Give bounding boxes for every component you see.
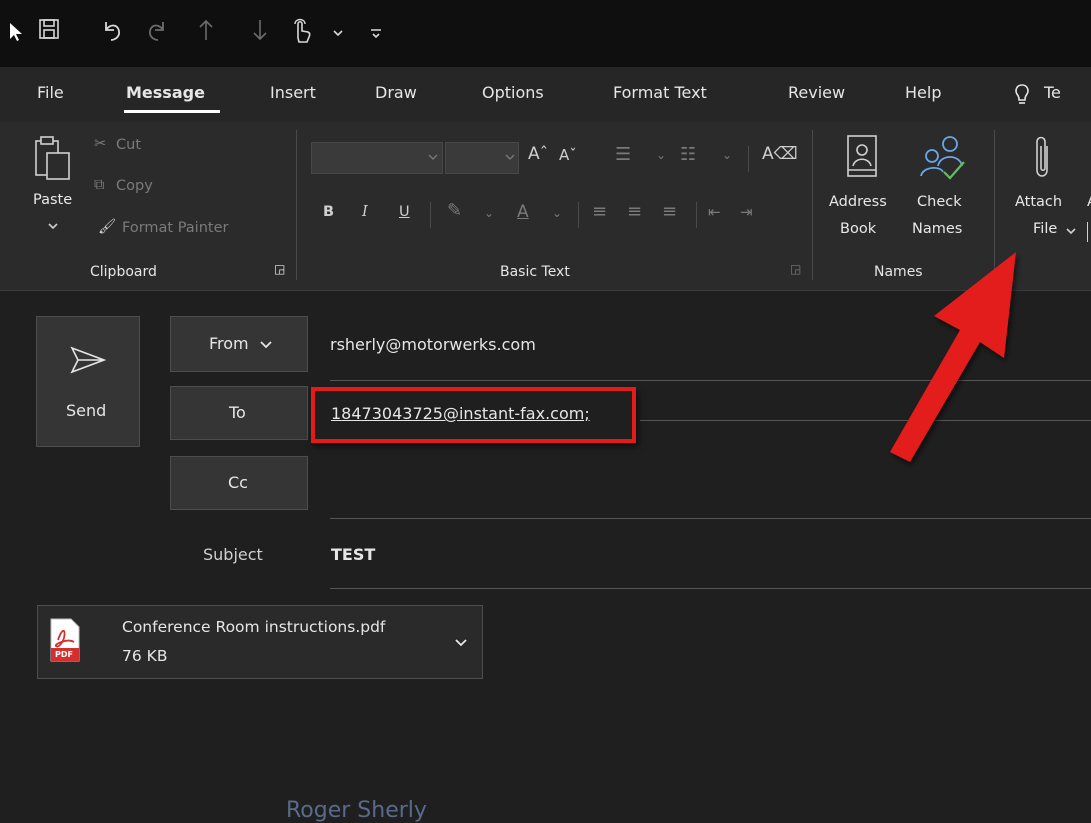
copy-button[interactable]: Copy: [116, 178, 153, 194]
cursor-icon: [10, 23, 22, 41]
chevron-down-icon[interactable]: [1066, 228, 1076, 236]
menu-bar: File Message Insert Draw Options Format …: [0, 67, 1091, 122]
align-right-icon[interactable]: ≡: [662, 201, 677, 222]
from-button[interactable]: From: [170, 316, 308, 372]
tab-file[interactable]: File: [37, 83, 64, 102]
redo-icon: [149, 22, 164, 41]
group-separator: [812, 130, 813, 280]
from-label: From: [209, 334, 249, 353]
attachment-options-icon[interactable]: [455, 639, 467, 647]
chevron-down-icon[interactable]: ⌄: [722, 148, 732, 162]
check-names-label-line2[interactable]: Names: [912, 221, 962, 237]
shrink-font-icon[interactable]: Aˇ: [559, 146, 577, 164]
attachment-filename: Conference Room instructions.pdf: [122, 618, 386, 636]
attachment-card[interactable]: PDF Conference Room instructions.pdf 76 …: [37, 605, 483, 679]
pdf-badge: PDF: [55, 650, 73, 659]
subject-label: Subject: [203, 545, 263, 564]
bullets-icon[interactable]: ☰: [615, 144, 631, 165]
clipboard-group-label: Clipboard: [90, 264, 157, 280]
clipped-ribbon-label: A: [1087, 194, 1091, 210]
decrease-indent-icon[interactable]: ⇤: [708, 203, 721, 221]
arrow-up-icon: [199, 19, 213, 40]
format-painter-button[interactable]: Format Painter: [122, 220, 228, 236]
increase-indent-icon[interactable]: ⇥: [740, 203, 753, 221]
save-icon[interactable]: [38, 18, 60, 40]
basic-text-group-label: Basic Text: [500, 264, 570, 280]
arrow-down-icon: [253, 20, 267, 41]
cc-label: Cc: [228, 473, 248, 492]
send-button[interactable]: Send: [36, 316, 140, 447]
chevron-down-icon[interactable]: [333, 30, 343, 38]
check-names-icon[interactable]: [918, 132, 968, 182]
address-book-icon[interactable]: [844, 134, 880, 182]
divider: [578, 202, 579, 228]
attachment-size: 76 KB: [122, 647, 168, 665]
tab-draw[interactable]: Draw: [375, 83, 417, 102]
align-left-icon[interactable]: ≡: [592, 201, 607, 222]
body-signature: Roger Sherly: [286, 798, 427, 823]
tab-insert[interactable]: Insert: [270, 83, 316, 102]
quick-access-toolbar: [0, 0, 1091, 67]
clear-formatting-icon[interactable]: A⌫: [762, 144, 798, 164]
font-name-combo[interactable]: [311, 142, 443, 174]
customize-icon[interactable]: [370, 28, 382, 40]
divider: [748, 146, 749, 172]
chevron-down-icon[interactable]: ⌄: [552, 206, 562, 220]
tab-options[interactable]: Options: [482, 83, 544, 102]
chevron-down-icon[interactable]: [428, 154, 438, 162]
italic-button[interactable]: I: [362, 204, 368, 220]
dialog-launcher-icon[interactable]: ◲: [790, 262, 801, 276]
tab-message[interactable]: Message: [126, 83, 205, 102]
paste-button[interactable]: Paste: [33, 192, 72, 208]
chevron-down-icon[interactable]: ⌄: [656, 148, 666, 162]
subject-divider: [330, 588, 1091, 589]
clipped-ribbon-edge: [1087, 222, 1088, 242]
bold-button[interactable]: B: [323, 204, 334, 220]
to-label: To: [229, 403, 246, 422]
group-separator: [296, 130, 297, 280]
send-icon: [70, 346, 106, 374]
active-tab-indicator: [124, 110, 220, 113]
grow-font-icon[interactable]: Aˆ: [528, 144, 548, 164]
numbering-icon[interactable]: ☷: [680, 144, 696, 165]
cut-button[interactable]: Cut: [116, 137, 141, 153]
paste-chevron-icon[interactable]: [48, 223, 58, 231]
cc-divider: [330, 518, 1091, 519]
chevron-down-icon: [260, 341, 272, 349]
subject-input[interactable]: TEST: [331, 545, 375, 564]
tab-tell-me[interactable]: Te: [1044, 83, 1061, 102]
paste-icon[interactable]: [33, 135, 73, 183]
address-book-label-line2[interactable]: Book: [840, 221, 876, 237]
cut-icon: ✂: [94, 136, 107, 152]
check-names-label[interactable]: Check: [917, 194, 962, 210]
paperclip-icon[interactable]: [1033, 134, 1053, 182]
align-center-icon[interactable]: ≡: [627, 201, 642, 222]
underline-button[interactable]: U: [399, 204, 410, 220]
format-painter-icon: 🖌: [98, 219, 117, 235]
chevron-down-icon[interactable]: ⌄: [484, 206, 494, 220]
highlight-pen-icon[interactable]: ✎: [447, 200, 462, 221]
divider: [430, 202, 431, 228]
address-book-label[interactable]: Address: [829, 194, 887, 210]
undo-icon[interactable]: [100, 18, 124, 42]
annotation-arrow: [890, 252, 1016, 462]
tab-help[interactable]: Help: [905, 83, 941, 102]
highlight-box: [311, 387, 636, 443]
divider: [696, 202, 697, 228]
send-label: Send: [66, 401, 107, 420]
attach-file-label[interactable]: Attach: [1015, 194, 1062, 210]
dialog-launcher-icon[interactable]: ◲: [274, 262, 285, 276]
copy-icon: ⧉: [94, 177, 105, 193]
attach-file-button[interactable]: File: [1033, 221, 1057, 237]
chevron-down-icon[interactable]: [505, 154, 515, 162]
cc-button[interactable]: Cc: [170, 456, 308, 510]
lightbulb-icon[interactable]: [1013, 83, 1031, 107]
tab-format-text[interactable]: Format Text: [613, 83, 707, 102]
touch-mode-icon[interactable]: [289, 18, 315, 44]
tab-review[interactable]: Review: [788, 83, 845, 102]
font-color-icon[interactable]: A: [517, 202, 529, 222]
to-button[interactable]: To: [170, 386, 308, 440]
from-value: rsherly@motorwerks.com: [330, 335, 536, 354]
